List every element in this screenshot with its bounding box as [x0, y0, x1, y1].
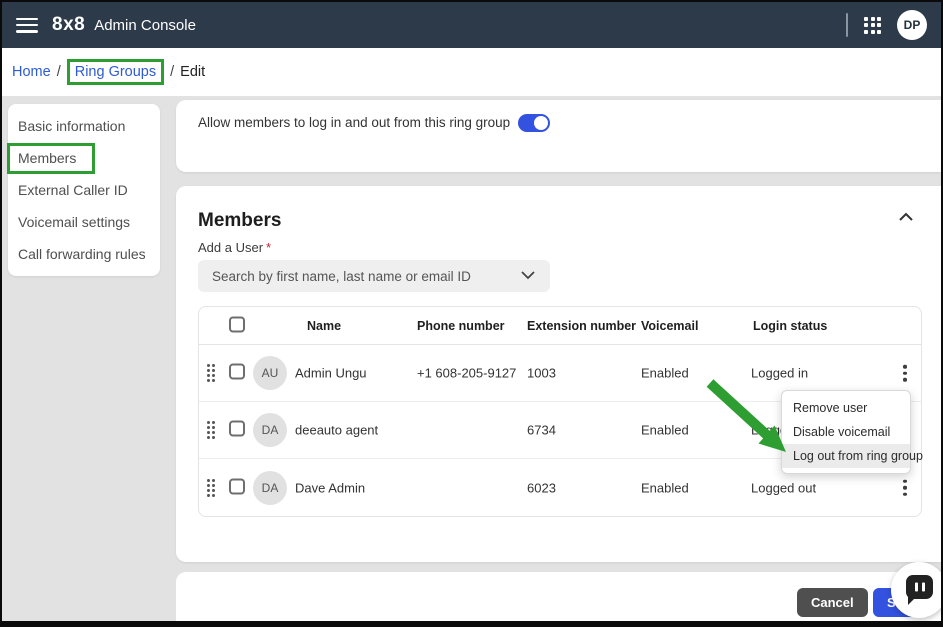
annotation-box-ring-groups: Ring Groups — [67, 59, 164, 85]
column-header-voicemail: Voicemail — [641, 319, 698, 333]
row-context-menu: Remove user Disable voicemail Log out fr… — [781, 390, 911, 474]
drag-handle-icon[interactable] — [207, 479, 215, 497]
member-avatar: DA — [253, 413, 287, 447]
column-header-name: Name — [307, 319, 341, 333]
settings-sidebar: Basic information Members External Calle… — [8, 104, 160, 276]
member-voicemail: Enabled — [641, 423, 689, 438]
row-kebab-menu-icon[interactable] — [897, 362, 913, 385]
topbar-divider — [846, 13, 848, 37]
member-name: Dave Admin — [295, 480, 365, 495]
member-name: Admin Ungu — [295, 366, 367, 381]
drag-handle-icon[interactable] — [207, 364, 215, 382]
member-extension: 6734 — [527, 423, 556, 438]
chat-bubble-icon — [906, 575, 933, 599]
apps-grid-icon[interactable] — [864, 17, 881, 34]
breadcrumb-home-link[interactable]: Home — [12, 64, 51, 80]
avatar[interactable]: DP — [897, 10, 927, 40]
drag-handle-icon[interactable] — [207, 421, 215, 439]
row-checkbox[interactable] — [229, 421, 245, 437]
select-all-checkbox[interactable] — [229, 316, 245, 332]
members-card: Members Add a User* Search by first name… — [176, 186, 941, 562]
column-header-extension: Extension number — [527, 319, 636, 333]
row-kebab-menu-icon[interactable] — [897, 476, 913, 499]
sidebar-item-basic-information[interactable]: Basic information — [8, 110, 160, 142]
add-user-search-select[interactable]: Search by first name, last name or email… — [198, 260, 550, 292]
breadcrumb: Home / Ring Groups / Edit — [2, 48, 941, 96]
member-voicemail: Enabled — [641, 366, 689, 381]
chevron-down-icon — [520, 267, 536, 285]
row-checkbox[interactable] — [229, 364, 245, 380]
member-phone: +1 608-205-9127 — [417, 366, 516, 381]
hamburger-menu-icon[interactable] — [16, 18, 38, 33]
login-toggle-card: Allow members to log in and out from thi… — [176, 100, 941, 172]
app-title: Admin Console — [94, 17, 196, 34]
action-footer: Cancel Save — [176, 572, 941, 623]
required-asterisk: * — [266, 240, 271, 255]
column-header-phone: Phone number — [417, 319, 505, 333]
cancel-button[interactable]: Cancel — [797, 588, 868, 617]
topbar: 8x8 Admin Console DP — [2, 2, 941, 48]
members-section-title: Members — [198, 210, 281, 232]
chat-fab[interactable] — [891, 562, 943, 618]
member-login-status: Logged out — [751, 480, 816, 495]
member-name: deeauto agent — [295, 423, 378, 438]
member-avatar: AU — [253, 356, 287, 390]
sidebar-item-members[interactable]: Members — [8, 142, 160, 174]
sidebar-item-external-caller-id[interactable]: External Caller ID — [8, 174, 160, 206]
breadcrumb-current: Edit — [180, 64, 205, 80]
menu-item-disable-voicemail[interactable]: Disable voicemail — [782, 420, 910, 444]
member-extension: 6023 — [527, 480, 556, 495]
menu-item-remove-user[interactable]: Remove user — [782, 396, 910, 420]
member-voicemail: Enabled — [641, 480, 689, 495]
breadcrumb-separator: / — [170, 64, 174, 80]
toggle-label: Allow members to log in and out from thi… — [198, 114, 538, 132]
row-checkbox[interactable] — [229, 478, 245, 494]
breadcrumb-separator: / — [57, 64, 61, 80]
brand-logo: 8x8 — [52, 14, 85, 36]
member-extension: 1003 — [527, 366, 556, 381]
breadcrumb-ring-groups-link[interactable]: Ring Groups — [75, 64, 156, 80]
allow-login-toggle[interactable] — [518, 114, 550, 132]
table-header-row: Name Phone number Extension number Voice… — [199, 307, 921, 345]
column-header-login-status: Login status — [753, 319, 827, 333]
sidebar-item-voicemail-settings[interactable]: Voicemail settings — [8, 206, 160, 238]
chevron-up-icon[interactable] — [897, 210, 915, 224]
member-avatar: DA — [253, 471, 287, 505]
menu-item-log-out-from-ring-group[interactable]: Log out from ring group — [782, 444, 910, 468]
sidebar-item-call-forwarding-rules[interactable]: Call forwarding rules — [8, 238, 160, 270]
app-window: 8x8 Admin Console DP Home / Ring Groups … — [0, 0, 943, 627]
search-placeholder: Search by first name, last name or email… — [212, 269, 520, 284]
add-user-label: Add a User* — [198, 240, 271, 255]
member-login-status: Logged in — [751, 366, 808, 381]
